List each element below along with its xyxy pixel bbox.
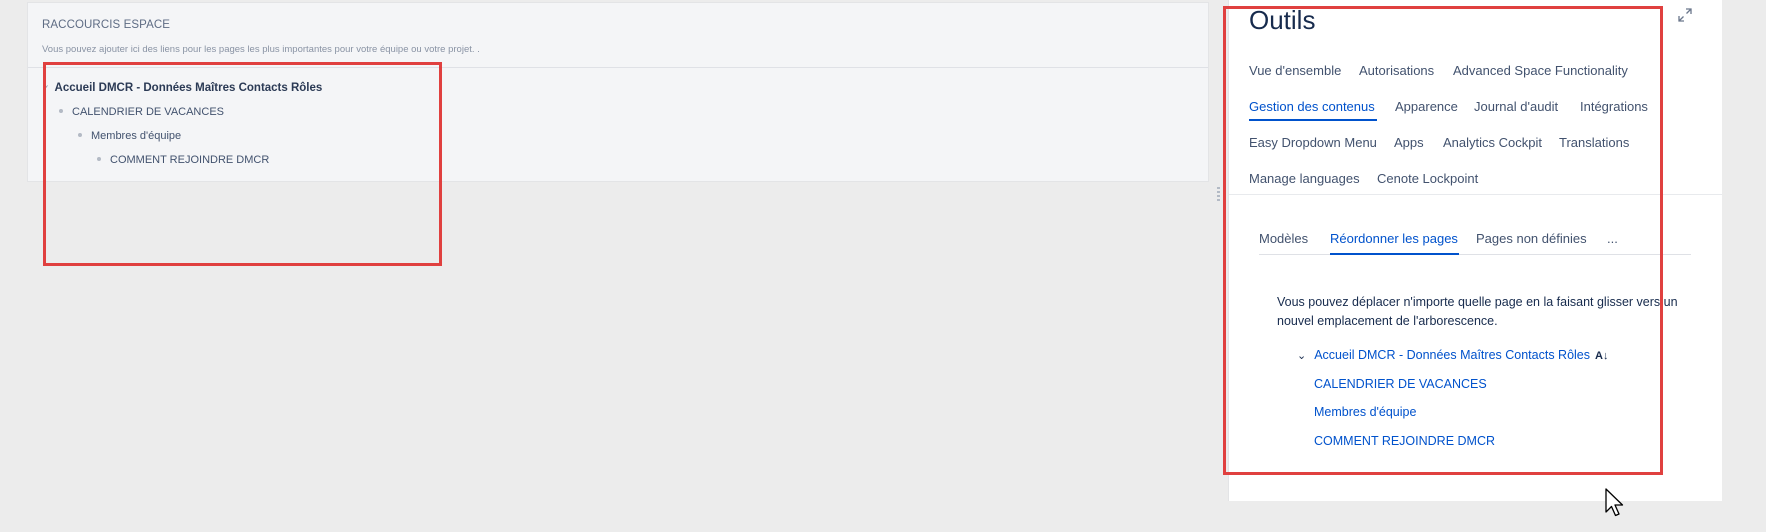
annotation-box-right [1223,6,1663,475]
panel-resize-handle[interactable] [1217,187,1220,201]
shortcuts-description: Vous pouvez ajouter ici des liens pour l… [42,44,480,55]
expand-icon[interactable] [1678,8,1692,22]
shortcuts-title: RACCOURCIS ESPACE [42,19,171,31]
annotation-box-left [43,62,442,266]
mouse-cursor-icon [1605,488,1624,517]
